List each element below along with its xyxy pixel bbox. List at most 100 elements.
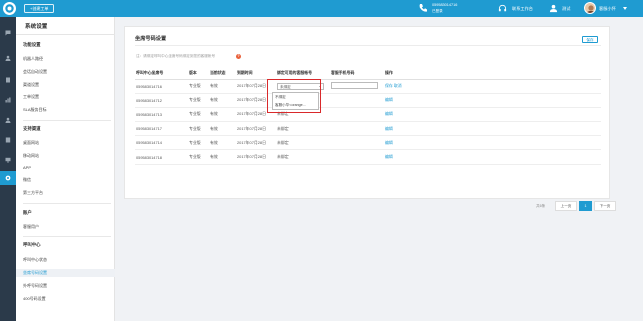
tip-text: 注：请绑定呼叫中心坐席号码绑定到您的客服帐号 [136, 54, 216, 58]
sidebar-item-third-party[interactable]: 第三方平台 [23, 189, 115, 197]
edit-link[interactable]: 编辑 [384, 121, 601, 137]
highlight-box [267, 79, 321, 113]
rail-item-tickets[interactable] [3, 75, 13, 85]
expire-cell: 2017年07月28日 [236, 135, 276, 151]
table-row: 059583014716 专业版 有效 2017年07月28日 未绑定 保存 取… [135, 79, 601, 94]
sidebar-item-desktop-web[interactable]: 桌面网站 [23, 139, 115, 147]
phone-input-cell [330, 79, 384, 94]
sidebar-item-sla[interactable]: SLA服务目标 [23, 106, 115, 114]
sidebar-item-mobile-web[interactable]: 移动网站 [23, 152, 115, 160]
next-page-button[interactable]: 下一页 [594, 201, 616, 211]
page-1-button[interactable]: 1 [579, 201, 592, 211]
edit-link[interactable]: 编辑 [384, 93, 601, 108]
sidebar-group-channels: 支持渠道 [23, 126, 41, 131]
new-ticket-button[interactable]: +创建工单 [24, 4, 55, 13]
edit-link[interactable]: 编辑 [384, 149, 601, 165]
chevron-down-icon[interactable] [623, 7, 627, 10]
column-header: 操作 [384, 68, 601, 80]
help-icon[interactable]: ? [236, 54, 241, 59]
save-button[interactable]: 保存 [582, 36, 598, 43]
status-cell: 有效 [209, 121, 236, 137]
prev-page-button[interactable]: 上一页 [555, 201, 577, 211]
avatar[interactable] [584, 2, 596, 14]
sidebar-group-features: 功能设置 [23, 42, 41, 47]
rail-item-chat[interactable] [3, 28, 13, 38]
top-bar: +创建工单 059583014716 已登录 联系工作台 测试 客服小怀 [0, 0, 643, 17]
sidebar-item-wechat[interactable]: 微信 [23, 176, 115, 184]
bound-account-cell: 未绑定 [276, 149, 330, 165]
divider [16, 34, 115, 35]
sidebar-item-seat-number[interactable]: 坐席号码设置 [16, 269, 115, 277]
nav-rail [0, 17, 16, 321]
version-cell: 专业版 [188, 107, 209, 123]
seat-number-cell: 059583014717 [135, 121, 188, 137]
bound-account-cell: 未绑定 [276, 135, 330, 151]
version-cell: 专业版 [188, 121, 209, 137]
table-row: 059583014718 专业版 有效 2017年07月28日 未绑定 编辑 [135, 149, 601, 165]
seat-number-cell: 059583014713 [135, 107, 188, 123]
phone-cell [330, 93, 384, 108]
phone-cell [330, 121, 384, 137]
phone-cell [330, 149, 384, 165]
expire-cell: 2017年07月28日 [236, 121, 276, 137]
phone-cell [330, 135, 384, 151]
status-cell: 有效 [209, 93, 236, 108]
version-cell: 专业版 [188, 149, 209, 165]
settings-sidebar: 系统设置 功能设置 机器人路径 会话自动设置 渠道设置 工单设置 SLA服务目标… [16, 17, 115, 321]
divider [23, 203, 111, 204]
column-header: 版本 [188, 68, 209, 80]
workbench-link[interactable]: 联系工作台 [512, 6, 533, 12]
sidebar-item-ticket-settings[interactable]: 工单设置 [23, 93, 115, 101]
table-row: 059583014712 专业版 有效 2017年07月28日 编辑 [135, 93, 601, 108]
column-header: 到期时间 [236, 68, 276, 80]
sidebar-item-agent-users[interactable]: 客服用户 [23, 223, 115, 231]
test-account-label[interactable]: 测试 [562, 6, 570, 12]
seat-number-cell: 059583014714 [135, 135, 188, 151]
table-row: 059583014717 专业版 有效 2017年07月28日 未绑定 编辑 [135, 121, 601, 137]
table-header-row: 呼叫中心坐席号 版本 当前状态 到期时间 绑定可用的客服帐号 客服手机号码 操作 [135, 68, 601, 80]
rail-item-monitor[interactable] [3, 155, 13, 165]
total-count: 共6条 [536, 204, 546, 208]
rail-item-reports[interactable] [3, 95, 13, 105]
version-cell: 专业版 [188, 135, 209, 151]
seat-number-cell: 059583014712 [135, 93, 188, 108]
chat-icon [5, 30, 11, 36]
user-name[interactable]: 客服小怀 [599, 6, 616, 12]
column-header: 绑定可用的客服帐号 [276, 68, 330, 80]
sidebar-item-session-auto[interactable]: 会话自动设置 [23, 68, 115, 76]
sidebar-item-call-center-status[interactable]: 呼叫中心状态 [23, 256, 115, 264]
version-cell: 专业版 [188, 79, 209, 94]
sidebar-item-outbound-number[interactable]: 外呼号码设置 [23, 282, 115, 290]
divider [23, 236, 111, 237]
sidebar-item-robot-path[interactable]: 机器人路径 [23, 55, 115, 63]
save-cancel-links[interactable]: 保存 取消 [384, 79, 601, 94]
report-icon [5, 97, 11, 103]
sidebar-item-app[interactable]: APP [23, 164, 115, 172]
version-cell: 专业版 [188, 93, 209, 108]
agent-phone-input[interactable] [331, 82, 378, 90]
bound-account-cell: 未绑定 [276, 121, 330, 137]
divider [23, 120, 111, 121]
rail-item-knowledge[interactable] [3, 135, 13, 145]
phone-icon [419, 4, 427, 12]
user-group-icon [5, 117, 11, 123]
ticket-icon [6, 77, 10, 83]
column-header: 当前状态 [209, 68, 236, 80]
phone-cell [330, 107, 384, 123]
rail-item-users[interactable] [3, 115, 13, 125]
status-cell: 有效 [209, 107, 236, 123]
page-title: 坐席号码设置 [135, 36, 167, 42]
seat-number-cell: 059583014716 [135, 79, 188, 94]
edit-link[interactable]: 编辑 [384, 135, 601, 151]
edit-link[interactable]: 编辑 [384, 107, 601, 123]
divider [135, 45, 601, 46]
sidebar-item-channel-settings[interactable]: 渠道设置 [23, 81, 115, 89]
rail-item-settings[interactable] [0, 171, 16, 185]
sidebar-item-400-number[interactable]: 400号码设置 [23, 295, 115, 303]
rail-item-contacts[interactable] [3, 53, 13, 63]
status-cell: 有效 [209, 149, 236, 165]
app-logo[interactable] [3, 2, 16, 15]
user-icon [549, 4, 558, 13]
phone-login-status: 已登录 [432, 8, 443, 13]
table-row: 059583014713 专业版 有效 2017年07月28日 未绑定 编辑 [135, 107, 601, 123]
